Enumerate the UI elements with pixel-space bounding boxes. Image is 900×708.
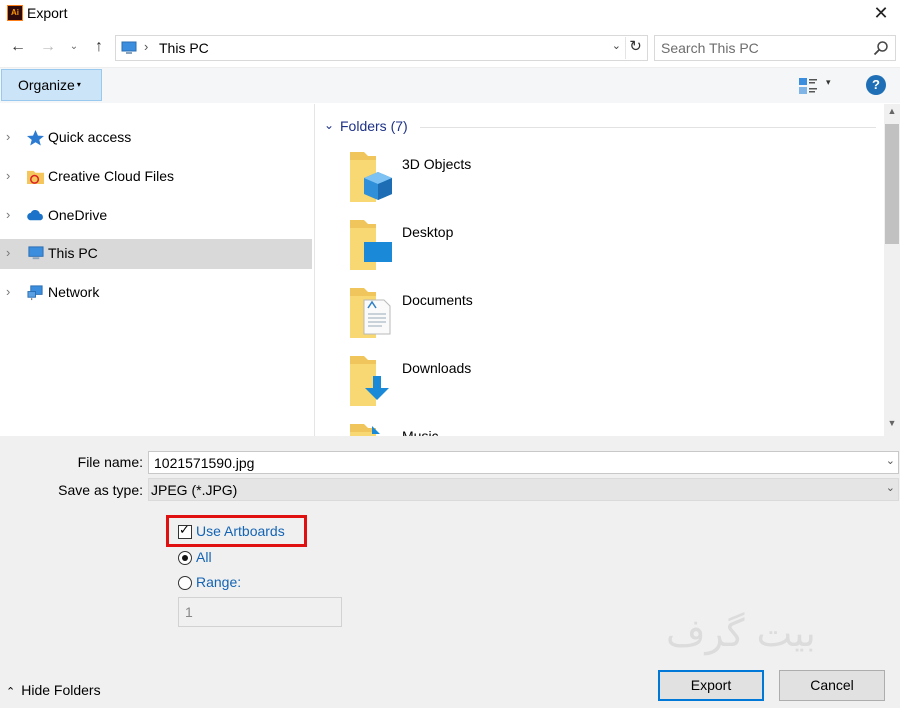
close-button[interactable]: ✕ bbox=[870, 2, 892, 24]
file-name-input[interactable] bbox=[149, 452, 874, 473]
save-options-panel: File name: ⌄ Save as type: JPEG (*.JPG) … bbox=[0, 436, 900, 708]
cloud-icon bbox=[27, 209, 43, 221]
sidebar-item-this-pc[interactable]: › This PC bbox=[0, 239, 312, 269]
watermark: بیت گرف bbox=[666, 611, 816, 655]
music-folder-icon bbox=[350, 424, 380, 436]
file-name-combobox[interactable]: ⌄ bbox=[148, 451, 899, 474]
search-box[interactable] bbox=[654, 35, 896, 61]
folders-group-header[interactable]: ⌄ Folders (7) bbox=[324, 118, 876, 138]
folder-name: Desktop bbox=[402, 224, 454, 240]
refresh-button[interactable]: ↻ bbox=[625, 37, 645, 59]
illustrator-app-icon: Ai bbox=[7, 5, 23, 21]
search-input[interactable] bbox=[655, 36, 869, 60]
expand-chevron-icon[interactable]: › bbox=[6, 245, 10, 260]
folder-name: Downloads bbox=[402, 360, 472, 376]
file-name-dropdown-icon[interactable]: ⌄ bbox=[886, 454, 895, 467]
downloads-folder-icon bbox=[350, 356, 389, 406]
sidebar-item-onedrive[interactable]: › OneDrive bbox=[0, 201, 312, 231]
all-radio[interactable] bbox=[178, 551, 192, 565]
expand-chevron-icon[interactable]: › bbox=[6, 284, 10, 299]
group-divider bbox=[420, 127, 876, 128]
expand-chevron-icon[interactable]: › bbox=[6, 207, 10, 222]
expand-chevron-icon[interactable]: › bbox=[6, 168, 10, 183]
scroll-thumb[interactable] bbox=[885, 124, 899, 244]
folder-name: Documents bbox=[402, 292, 473, 308]
hide-folders-button[interactable]: ⌃ Hide Folders bbox=[6, 682, 101, 698]
folder-item-desktop[interactable]: Desktop bbox=[342, 216, 642, 278]
sidebar-item-label: This PC bbox=[48, 245, 98, 261]
chevron-up-icon: ⌃ bbox=[6, 686, 16, 698]
view-details-icon bbox=[799, 78, 817, 94]
view-caret-icon: ▾ bbox=[826, 77, 831, 87]
hide-folders-label: Hide Folders bbox=[21, 682, 101, 698]
all-radio-label[interactable]: All bbox=[196, 549, 212, 565]
range-radio-label[interactable]: Range: bbox=[196, 574, 241, 590]
change-view-button[interactable]: ▾ bbox=[796, 74, 840, 98]
scroll-down-arrow-icon[interactable]: ▼ bbox=[884, 418, 900, 434]
cancel-button[interactable]: Cancel bbox=[779, 670, 885, 701]
folders-group-label: Folders (7) bbox=[340, 118, 408, 134]
command-bar: Organize ▾ ▾ ? bbox=[0, 67, 900, 103]
up-button[interactable]: ↑ bbox=[88, 33, 110, 61]
use-artboards-checkbox[interactable]: ✓ bbox=[178, 522, 192, 539]
sidebar-item-label: OneDrive bbox=[48, 207, 108, 223]
collapse-group-chevron-icon[interactable]: ⌄ bbox=[324, 118, 334, 132]
use-artboards-label[interactable]: Use Artboards bbox=[196, 523, 285, 539]
file-list: ⌄ Folders (7) 3D Objects Desktop Documen… bbox=[316, 104, 884, 436]
scroll-up-arrow-icon[interactable]: ▲ bbox=[884, 106, 900, 122]
3d-objects-folder-icon bbox=[350, 152, 392, 202]
expand-chevron-icon[interactable]: › bbox=[6, 129, 10, 144]
breadcrumb-separator: › bbox=[144, 39, 149, 54]
desktop-folder-icon bbox=[350, 220, 392, 270]
computer-icon bbox=[121, 41, 137, 54]
search-icon[interactable] bbox=[873, 40, 889, 56]
sidebar-item-label: Creative Cloud Files bbox=[48, 168, 175, 184]
window-title: Export bbox=[27, 5, 68, 21]
sidebar-item-network[interactable]: › Network bbox=[0, 278, 312, 308]
help-button[interactable]: ? bbox=[866, 75, 886, 95]
sidebar-item-label: Network bbox=[48, 284, 100, 300]
vertical-scrollbar[interactable]: ▲ ▼ bbox=[884, 104, 900, 436]
export-button[interactable]: Export bbox=[658, 670, 764, 701]
save-as-type-select[interactable]: JPEG (*.JPG) ⌄ bbox=[148, 478, 899, 501]
documents-folder-icon bbox=[350, 288, 391, 338]
save-as-type-value: JPEG (*.JPG) bbox=[151, 482, 238, 498]
organize-label: Organize bbox=[18, 77, 75, 93]
folder-name: Music bbox=[402, 428, 439, 436]
computer-icon bbox=[28, 246, 44, 260]
forward-button[interactable]: → bbox=[36, 33, 60, 61]
title-bar: Ai Export ✕ bbox=[0, 0, 900, 28]
folder-item-3d-objects[interactable]: 3D Objects bbox=[342, 148, 642, 210]
breadcrumb-this-pc[interactable]: This PC bbox=[159, 40, 209, 56]
folder-item-documents[interactable]: Documents bbox=[342, 284, 642, 346]
recent-locations-button[interactable]: ⌄ bbox=[66, 33, 82, 61]
address-bar[interactable]: › This PC ⌄ ↻ bbox=[115, 35, 648, 61]
range-input[interactable] bbox=[178, 597, 342, 627]
range-radio[interactable] bbox=[178, 576, 192, 590]
folder-item-downloads[interactable]: Downloads bbox=[342, 352, 642, 414]
save-as-type-label: Save as type: bbox=[58, 482, 143, 498]
checkmark-icon: ✓ bbox=[179, 522, 190, 537]
sidebar-item-label: Quick access bbox=[48, 129, 132, 145]
address-dropdown-icon[interactable]: ⌄ bbox=[612, 39, 621, 52]
folder-item-music[interactable]: Music bbox=[342, 420, 642, 436]
file-name-label: File name: bbox=[77, 454, 143, 470]
navigation-pane: › Quick access › Creative Cloud Files › … bbox=[0, 104, 315, 436]
save-as-type-dropdown-icon[interactable]: ⌄ bbox=[886, 481, 895, 494]
sidebar-item-quick-access[interactable]: › Quick access bbox=[0, 123, 312, 153]
folder-name: 3D Objects bbox=[402, 156, 472, 172]
organize-caret-icon: ▾ bbox=[76, 80, 81, 89]
navigation-bar: ← → ⌄ ↑ › This PC ⌄ ↻ bbox=[0, 33, 900, 63]
back-button[interactable]: ← bbox=[6, 33, 30, 61]
organize-button[interactable]: Organize ▾ bbox=[1, 69, 102, 101]
creative-cloud-folder-icon bbox=[27, 170, 44, 185]
sidebar-item-creative-cloud-files[interactable]: › Creative Cloud Files bbox=[0, 162, 312, 192]
network-icon bbox=[27, 285, 43, 301]
star-icon bbox=[27, 129, 44, 146]
